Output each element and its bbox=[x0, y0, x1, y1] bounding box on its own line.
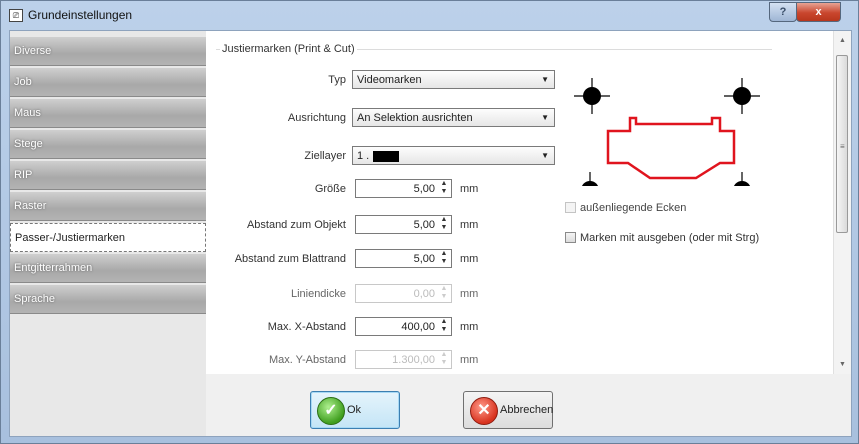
sidebar-item-passer-justiermarken[interactable]: Passer-/Justiermarken bbox=[10, 223, 206, 252]
max-y-spinner: 1.300,00 ▲ ▼ bbox=[355, 350, 452, 369]
abstand-objekt-label: Abstand zum Objekt bbox=[246, 219, 346, 231]
cancel-x-icon: ✕ bbox=[470, 397, 498, 425]
ausrichtung-label: Ausrichtung bbox=[287, 112, 346, 124]
registration-mark-icon bbox=[733, 172, 751, 186]
abstand-objekt-value: 5,00 bbox=[413, 219, 435, 231]
chevron-down-icon: ▼ bbox=[541, 113, 549, 122]
ziellayer-label: Ziellayer bbox=[304, 150, 346, 162]
abstand-blattrand-spinner[interactable]: 5,00 ▲ ▼ bbox=[355, 249, 452, 268]
dialog-window: ⎚ Grundeinstellungen ? x Diverse Job Mau… bbox=[0, 0, 859, 444]
max-y-value: 1.300,00 bbox=[392, 354, 435, 366]
groesse-spinner[interactable]: 5,00 ▲ ▼ bbox=[355, 179, 452, 198]
window-title: Grundeinstellungen bbox=[28, 8, 133, 22]
chevron-down-icon: ▼ bbox=[541, 151, 549, 160]
title-bar[interactable]: ⎚ Grundeinstellungen ? x bbox=[1, 1, 858, 29]
layer-color-swatch bbox=[373, 150, 400, 162]
chevron-down-icon: ▼ bbox=[541, 75, 549, 84]
sidebar-item-entgitterrahmen[interactable]: Entgitterrahmen bbox=[10, 254, 206, 283]
dialog-client: Diverse Job Maus Stege RIP Raster Passer… bbox=[9, 30, 852, 437]
scroll-up-icon[interactable]: ▲ bbox=[839, 37, 846, 44]
sidebar-item-maus[interactable]: Maus bbox=[10, 99, 206, 128]
cancel-label: Abbrechen bbox=[500, 404, 554, 416]
sidebar-item-sprache[interactable]: Sprache bbox=[10, 285, 206, 314]
liniendicke-spinner: 0,00 ▲ ▼ bbox=[355, 284, 452, 303]
groesse-label: Größe bbox=[314, 183, 346, 195]
ziellayer-value-wrap: 1 . bbox=[357, 150, 400, 162]
typ-value: Videomarken bbox=[357, 74, 422, 86]
typ-select[interactable]: Videomarken ▼ bbox=[352, 70, 555, 89]
app-icon: ⎚ bbox=[9, 9, 23, 22]
abstand-blattrand-value: 5,00 bbox=[413, 253, 435, 265]
cancel-button[interactable]: ✕ Abbrechen bbox=[463, 391, 553, 429]
sidebar-item-rip[interactable]: RIP bbox=[10, 161, 206, 190]
ok-label: Ok bbox=[347, 404, 362, 416]
ok-button[interactable]: ✓ Ok bbox=[310, 391, 400, 429]
close-button[interactable]: x bbox=[796, 2, 841, 22]
help-button[interactable]: ? bbox=[769, 2, 797, 22]
settings-sidebar: Diverse Job Maus Stege RIP Raster Passer… bbox=[10, 31, 206, 436]
spinner-arrows-icon: ▲ ▼ bbox=[440, 351, 448, 366]
max-x-unit: mm bbox=[460, 321, 479, 333]
max-y-unit: mm bbox=[460, 354, 479, 366]
settings-panel: Justiermarken (Print & Cut) Typ Videomar… bbox=[206, 31, 834, 374]
spinner-arrows-icon[interactable]: ▲ ▼ bbox=[439, 180, 449, 196]
aussen-ecken-label: außenliegende Ecken bbox=[580, 202, 687, 214]
grip-icon: ≡ bbox=[840, 142, 845, 151]
sidebar-item-stege[interactable]: Stege bbox=[10, 130, 206, 159]
ausrichtung-value: An Selektion ausrichten bbox=[357, 112, 473, 124]
abstand-blattrand-unit: mm bbox=[460, 253, 479, 265]
sidebar-item-raster[interactable]: Raster bbox=[10, 192, 206, 221]
max-y-label: Max. Y-Abstand bbox=[268, 354, 346, 366]
registration-mark-icon bbox=[724, 78, 760, 114]
sidebar-item-job[interactable]: Job bbox=[10, 68, 206, 97]
max-x-value: 400,00 bbox=[401, 321, 435, 333]
ok-check-icon: ✓ bbox=[317, 397, 345, 425]
ausrichtung-select[interactable]: An Selektion ausrichten ▼ bbox=[352, 108, 555, 127]
max-x-spinner[interactable]: 400,00 ▲ ▼ bbox=[355, 317, 452, 336]
scrollbar-thumb[interactable]: ≡ bbox=[836, 55, 848, 233]
typ-label: Typ bbox=[328, 74, 346, 86]
scroll-down-icon[interactable]: ▼ bbox=[839, 361, 846, 368]
liniendicke-label: Liniendicke bbox=[290, 288, 346, 300]
groesse-unit: mm bbox=[460, 183, 479, 195]
spinner-arrows-icon[interactable]: ▲ ▼ bbox=[439, 318, 449, 334]
max-x-label: Max. X-Abstand bbox=[267, 321, 346, 333]
registration-mark-icon bbox=[574, 78, 610, 114]
liniendicke-unit: mm bbox=[460, 288, 479, 300]
groesse-value: 5,00 bbox=[413, 183, 435, 195]
vertical-scrollbar[interactable]: ▲ ≡ ▼ bbox=[833, 31, 851, 374]
cut-shape-outline bbox=[606, 116, 736, 180]
aussen-ecken-checkbox bbox=[565, 202, 576, 213]
marken-ausgeben-checkbox[interactable] bbox=[565, 232, 576, 243]
abstand-objekt-unit: mm bbox=[460, 219, 479, 231]
registration-mark-icon bbox=[581, 172, 599, 186]
ziellayer-select[interactable]: 1 . ▼ bbox=[352, 146, 555, 165]
spinner-arrows-icon: ▲ ▼ bbox=[440, 285, 448, 300]
abstand-blattrand-label: Abstand zum Blattrand bbox=[234, 253, 346, 265]
group-title: Justiermarken (Print & Cut) bbox=[220, 43, 357, 55]
ziellayer-value: 1 . bbox=[357, 150, 370, 162]
abstand-objekt-spinner[interactable]: 5,00 ▲ ▼ bbox=[355, 215, 452, 234]
marken-ausgeben-label[interactable]: Marken mit ausgeben (oder mit Strg) bbox=[580, 232, 759, 244]
marks-preview bbox=[574, 78, 760, 186]
sidebar-item-diverse[interactable]: Diverse bbox=[10, 37, 206, 66]
spinner-arrows-icon[interactable]: ▲ ▼ bbox=[439, 216, 449, 232]
spinner-arrows-icon[interactable]: ▲ ▼ bbox=[439, 250, 449, 266]
liniendicke-value: 0,00 bbox=[413, 288, 435, 300]
